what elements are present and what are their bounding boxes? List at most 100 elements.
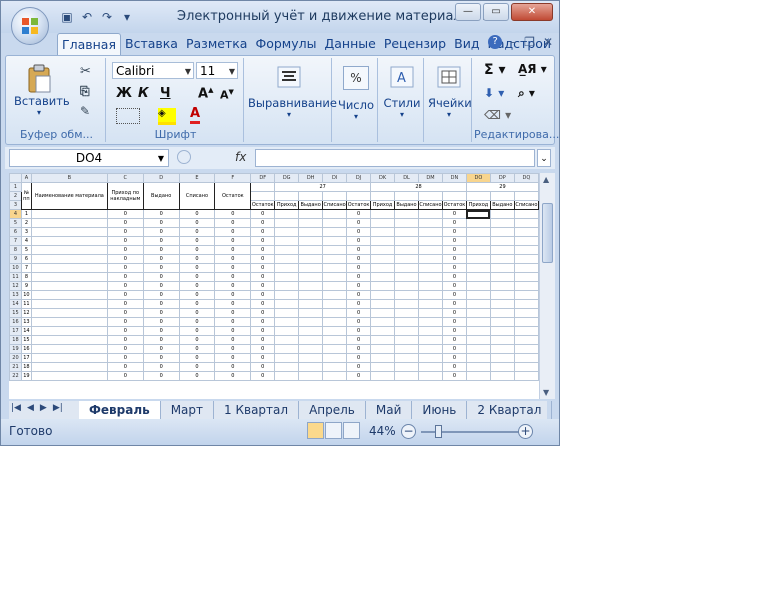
row-header[interactable]: 12 (9, 281, 22, 291)
cell-zero[interactable]: 0 (250, 245, 276, 255)
cell-zero[interactable]: 0 (142, 218, 180, 228)
number-button[interactable]: % Число ▾ (336, 66, 376, 121)
cell[interactable] (465, 371, 491, 381)
cell-num[interactable]: 15 (20, 335, 32, 345)
cell-num[interactable]: 8 (20, 272, 32, 282)
cell-zero[interactable]: 0 (250, 362, 276, 372)
cell[interactable] (394, 326, 419, 336)
cell-zero[interactable]: 0 (214, 335, 252, 345)
header-income[interactable]: Приход по накладным (106, 182, 144, 210)
sheet-tab[interactable]: Февраль (79, 401, 161, 419)
column-header[interactable]: C (106, 173, 144, 183)
cell-zero[interactable]: 0 (250, 263, 276, 273)
sub-header[interactable]: Списано (417, 200, 443, 210)
cell-zero[interactable]: 0 (214, 236, 252, 246)
cell-zero[interactable]: 0 (106, 317, 144, 327)
ribbon-tab[interactable]: Рецензир (380, 33, 450, 55)
header-balance[interactable]: Остаток (214, 182, 252, 210)
cell[interactable] (513, 218, 539, 228)
cells-dropdown-icon[interactable]: ▾ (428, 110, 470, 119)
ribbon-tab[interactable]: Разметка (182, 33, 251, 55)
sub-header[interactable]: Остаток (441, 200, 467, 210)
cell-zero[interactable]: 0 (178, 335, 216, 345)
cell[interactable] (298, 191, 324, 201)
row-header[interactable]: 11 (9, 272, 22, 282)
cell[interactable] (322, 218, 348, 228)
cell[interactable] (322, 281, 348, 291)
cell-zero[interactable]: 0 (214, 227, 252, 237)
cell[interactable] (513, 227, 539, 237)
cell[interactable] (394, 245, 419, 255)
cell-material[interactable] (30, 272, 108, 282)
cell[interactable] (274, 344, 300, 354)
cell-zero[interactable]: 0 (178, 362, 216, 372)
cell[interactable] (274, 353, 300, 363)
paste-dropdown-icon[interactable]: ▾ (14, 108, 64, 117)
alignment-button[interactable]: Выравнивание ▾ (248, 66, 337, 119)
cell[interactable] (513, 335, 539, 345)
cell[interactable] (513, 236, 539, 246)
cell-zero[interactable]: 0 (250, 254, 276, 264)
cell[interactable] (274, 245, 300, 255)
cell-zero[interactable]: 0 (250, 353, 276, 363)
cell[interactable] (513, 263, 539, 273)
cell[interactable] (322, 299, 348, 309)
clear-icon[interactable]: ⌫ ▾ (484, 108, 511, 122)
cell[interactable] (394, 362, 419, 372)
row-header[interactable]: 7 (9, 236, 22, 246)
cell[interactable] (513, 254, 539, 264)
cell[interactable] (298, 245, 324, 255)
italic-button[interactable]: К (138, 86, 149, 101)
cell[interactable] (465, 308, 491, 318)
cell-zero[interactable]: 0 (441, 254, 467, 264)
cell[interactable] (489, 245, 515, 255)
cell-material[interactable] (30, 362, 108, 372)
cell-material[interactable] (30, 335, 108, 345)
cell[interactable] (274, 317, 300, 327)
cell[interactable] (394, 353, 419, 363)
cell[interactable] (394, 263, 419, 273)
cell[interactable] (322, 263, 348, 273)
fill-icon[interactable]: ⬇ ▾ (484, 86, 504, 100)
cell-zero[interactable]: 0 (441, 344, 467, 354)
row-header[interactable]: 22 (9, 371, 22, 381)
office-button[interactable] (11, 7, 49, 45)
sub-header[interactable]: Остаток (346, 200, 372, 210)
cell[interactable] (394, 317, 419, 327)
cell-material[interactable] (30, 227, 108, 237)
cell[interactable] (322, 353, 348, 363)
cell-zero[interactable]: 0 (250, 227, 276, 237)
cell[interactable] (274, 263, 300, 273)
header-num[interactable]: № пп (20, 182, 32, 210)
cell-material[interactable] (30, 254, 108, 264)
cell-zero[interactable]: 0 (142, 272, 180, 282)
cell-zero[interactable]: 0 (250, 371, 276, 381)
cell[interactable] (417, 290, 443, 300)
styles-button[interactable]: A Стили ▾ (382, 66, 422, 119)
cell[interactable] (513, 281, 539, 291)
cell-num[interactable]: 1 (20, 209, 32, 219)
cell-zero[interactable]: 0 (142, 281, 180, 291)
ribbon-tab[interactable]: Вставка (121, 33, 182, 55)
cell-zero[interactable]: 0 (106, 218, 144, 228)
cell[interactable] (417, 254, 443, 264)
cell-zero[interactable]: 0 (142, 263, 180, 273)
cells-button[interactable]: Ячейки ▾ (428, 66, 472, 119)
cell-zero[interactable]: 0 (214, 326, 252, 336)
cell-zero[interactable]: 0 (250, 272, 276, 282)
cell[interactable] (322, 209, 348, 219)
cell[interactable] (298, 344, 324, 354)
cell[interactable] (298, 317, 324, 327)
cell-zero[interactable]: 0 (214, 254, 252, 264)
row-header[interactable]: 3 (9, 200, 22, 210)
cell[interactable] (298, 353, 324, 363)
cell-zero[interactable]: 0 (178, 326, 216, 336)
cell-zero[interactable]: 0 (441, 290, 467, 300)
cell-zero[interactable]: 0 (106, 209, 144, 219)
cell[interactable] (513, 326, 539, 336)
cell[interactable] (298, 290, 324, 300)
cell-num[interactable]: 14 (20, 326, 32, 336)
header-written-off[interactable]: Списано (178, 182, 216, 210)
cell[interactable] (417, 236, 443, 246)
cell[interactable] (274, 227, 300, 237)
